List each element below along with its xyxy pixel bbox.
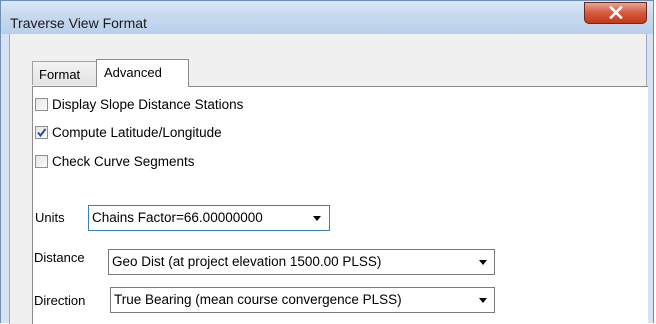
display-slope-distance-stations-label: Display Slope Distance Stations [52, 97, 244, 112]
chevron-down-icon[interactable] [479, 260, 487, 265]
close-button[interactable] [584, 2, 647, 24]
units-dropdown[interactable]: Chains Factor=66.00000000 [88, 205, 330, 231]
check-curve-segments-checkbox[interactable] [35, 155, 48, 168]
window-title: Traverse View Format [10, 15, 147, 31]
units-value: Chains Factor=66.00000000 [92, 210, 263, 225]
dialog-window: Traverse View Format Format Advanced Dis… [0, 0, 654, 324]
direction-value: True Bearing (mean course convergence PL… [114, 292, 402, 307]
chevron-down-icon[interactable] [479, 298, 487, 303]
distance-label: Distance [34, 250, 85, 265]
tab-advanced[interactable]: Advanced [96, 59, 189, 87]
title-bar[interactable]: Traverse View Format [1, 1, 653, 34]
check-curve-segments-label: Check Curve Segments [52, 154, 195, 169]
checkmark-icon [37, 128, 47, 138]
tab-format[interactable]: Format [32, 61, 98, 85]
distance-dropdown[interactable]: Geo Dist (at project elevation 1500.00 P… [108, 249, 495, 275]
direction-label: Direction [34, 293, 86, 308]
direction-dropdown[interactable]: True Bearing (mean course convergence PL… [110, 287, 495, 313]
display-slope-distance-stations-checkbox[interactable] [35, 98, 48, 111]
compute-lat-long-checkbox[interactable] [35, 126, 48, 139]
chevron-down-icon[interactable] [313, 216, 321, 221]
tab-format-label: Format [39, 67, 81, 82]
close-icon [609, 6, 623, 19]
dialog-client-area: Format Advanced [9, 34, 648, 324]
tab-advanced-label: Advanced [104, 65, 162, 80]
compute-lat-long-label: Compute Latitude/Longitude [52, 125, 222, 140]
units-label: Units [35, 210, 65, 225]
distance-value: Geo Dist (at project elevation 1500.00 P… [112, 254, 382, 269]
